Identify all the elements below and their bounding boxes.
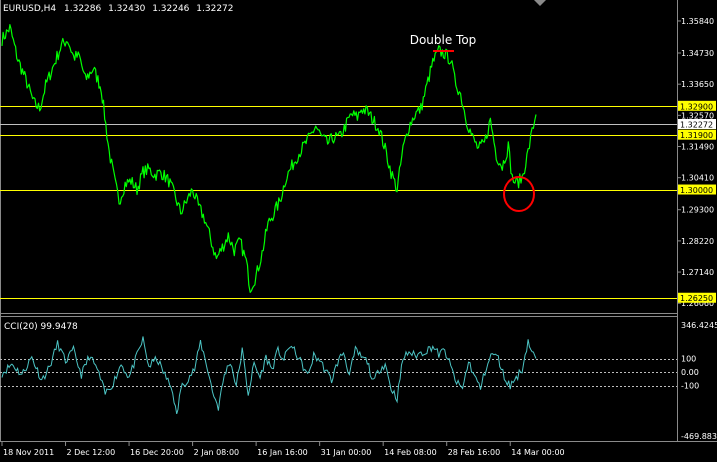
time-tick-label-8: 14 Mar 00:00 (511, 448, 564, 457)
current-price-label: 1.32272 (680, 121, 713, 130)
double-top-label: Double Top (410, 33, 477, 47)
chart-background (0, 0, 717, 462)
price-tick-label-8: 1.27140 (681, 268, 714, 277)
cci-tick-label-3: -100 (681, 382, 699, 391)
chart-canvas: 1.35840 1.34730 1.33650 1.32570 1.31490 1.304… (0, 0, 717, 462)
price-tick-label-6: 1.29300 (681, 206, 714, 215)
level-badge-label-1: 1.31900 (680, 131, 713, 140)
level-badge-label-0: 1.32900 (680, 102, 713, 111)
time-tick-label-4: 16 Jan 16:00 (257, 448, 308, 457)
price-tick-label-5: 1.30410 (681, 174, 714, 183)
time-tick-label-0: 18 Nov 2011 (3, 448, 54, 457)
chart-header: EURUSD,H4 1.32286 1.32430 1.32246 1.3227… (3, 4, 234, 14)
low-value: 1.32246 (152, 4, 189, 14)
time-tick-label-6: 14 Feb 08:00 (384, 448, 436, 457)
price-tick-label-7: 1.28220 (681, 237, 714, 246)
cci-tick-label-4: -469.8830 (681, 432, 717, 441)
price-tick-label-3: 1.32570 (681, 111, 714, 120)
high-value: 1.32430 (108, 4, 145, 14)
open-value: 1.32286 (64, 4, 101, 14)
price-tick-label-0: 1.35840 (681, 17, 714, 26)
time-tick-label-2: 16 Dec 20:00 (130, 448, 184, 457)
price-tick-label-4: 1.31490 (681, 143, 714, 152)
level-badge-label-2: 1.30000 (680, 186, 713, 195)
cci-tick-label-2: 0.00 (681, 368, 699, 377)
symbol-label: EURUSD,H4 (3, 4, 56, 14)
close-value: 1.32272 (196, 4, 233, 14)
price-tick-label-2: 1.33650 (681, 80, 714, 89)
price-tick-label-1: 1.34730 (681, 49, 714, 58)
cci-tick-label-1: 100 (681, 355, 696, 364)
time-tick-label-5: 31 Jan 00:00 (321, 448, 372, 457)
time-tick-label-7: 28 Feb 16:00 (448, 448, 500, 457)
time-tick-label-3: 2 Jan 08:00 (194, 448, 240, 457)
cci-label: CCI(20) 99.9478 (4, 322, 78, 332)
time-tick-label-1: 2 Dec 12:00 (67, 448, 116, 457)
cci-tick-label-0: 346.4245 (681, 321, 717, 330)
level-badge-label-3: 1.26250 (680, 294, 713, 303)
